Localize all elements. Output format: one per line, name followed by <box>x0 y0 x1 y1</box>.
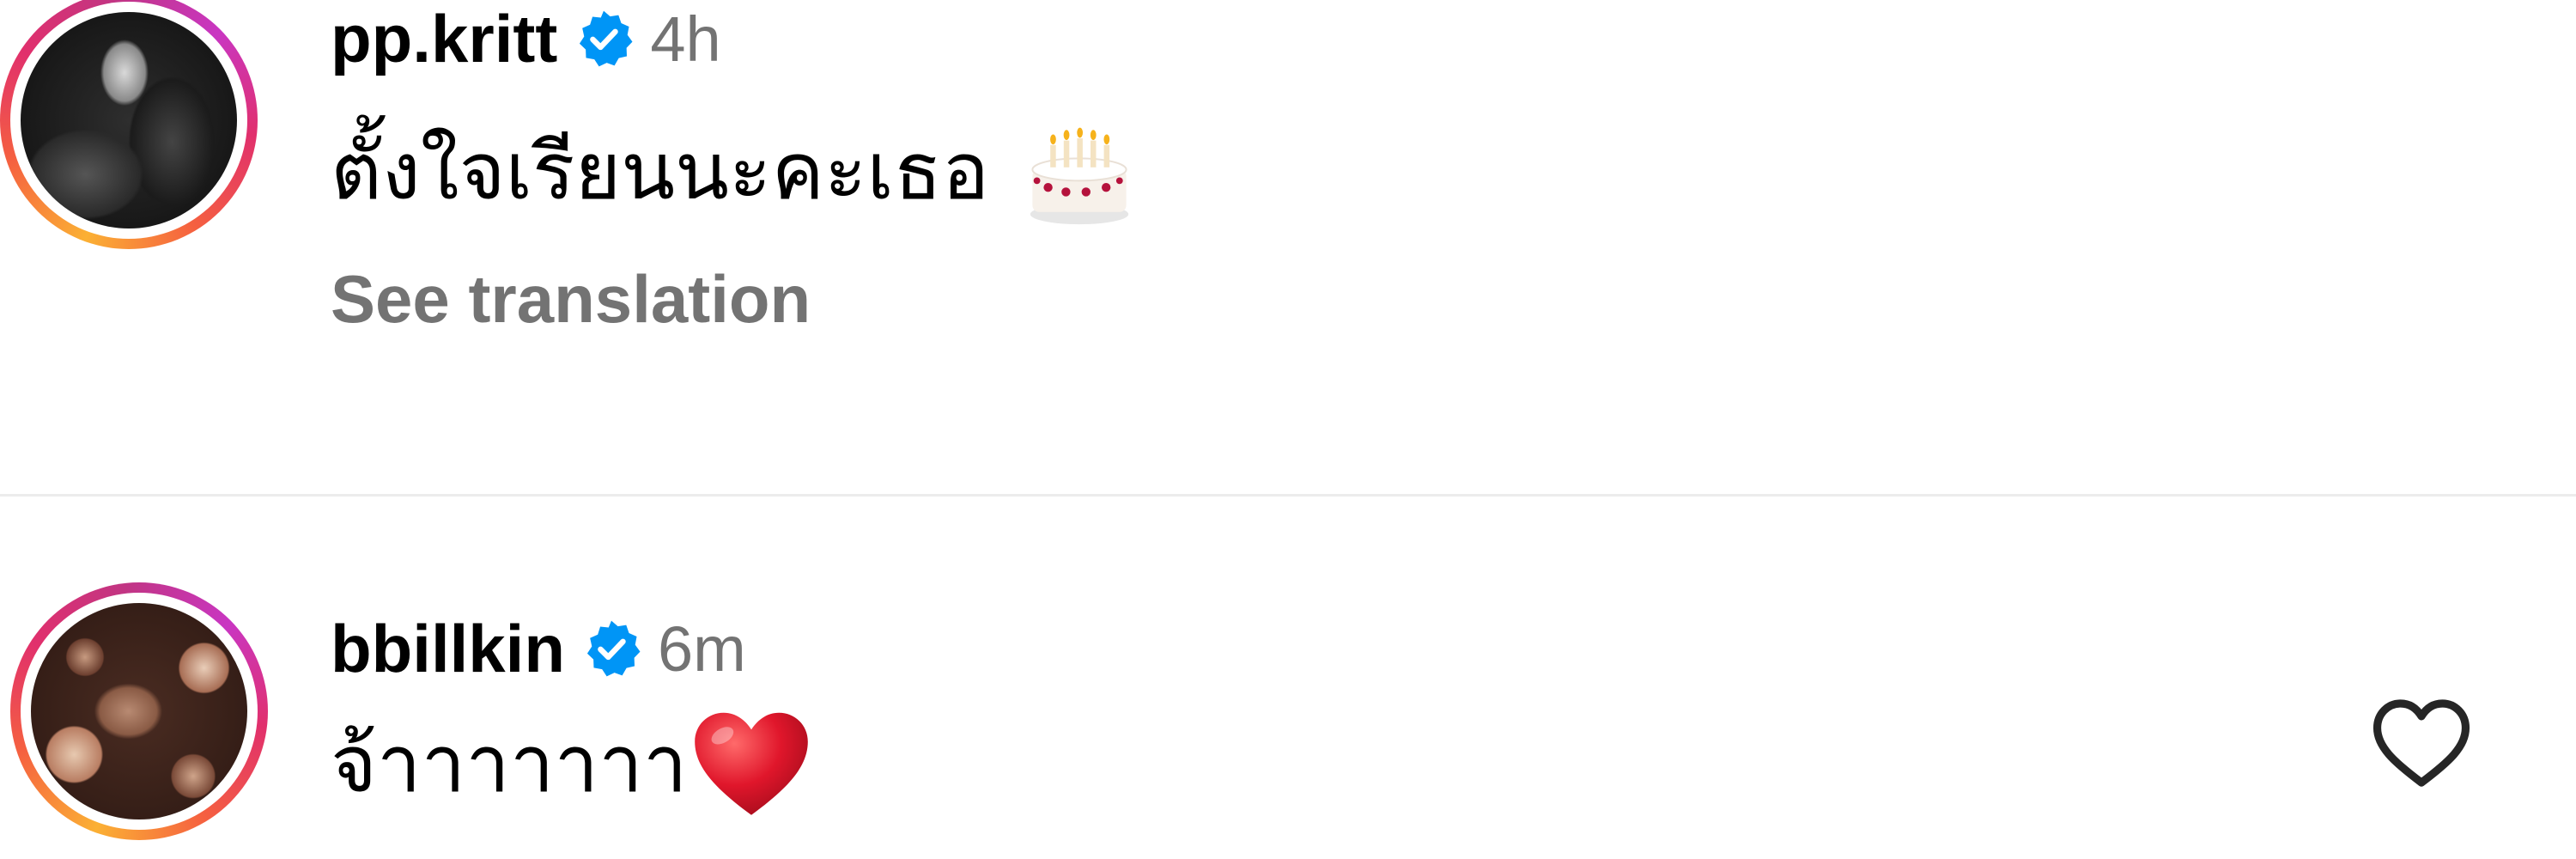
comment-text: จ้าาาาาาา <box>331 700 811 829</box>
comment-content: pp.kritt 4h ตั้งใจเรียนนะคะเธอ See trans… <box>331 0 1135 338</box>
comment-content: bbillkin 6m จ้าาาาาาา <box>331 606 811 829</box>
story-ring[interactable] <box>10 582 268 840</box>
comment-text: ตั้งใจเรียนนะคะเธอ <box>331 107 1135 236</box>
avatar[interactable] <box>21 12 237 228</box>
verified-badge-icon <box>586 620 641 677</box>
comment-header: pp.kritt 4h <box>331 0 1135 82</box>
comment-timestamp: 4h <box>650 3 721 75</box>
comment-header: bbillkin 6m <box>331 606 811 691</box>
username[interactable]: pp.kritt <box>331 0 557 78</box>
like-heart-icon[interactable] <box>2366 687 2477 799</box>
cake-icon <box>1030 127 1129 225</box>
username[interactable]: bbillkin <box>331 610 565 688</box>
heart-emoji <box>694 712 808 815</box>
verified-badge-icon <box>580 10 633 67</box>
story-ring[interactable] <box>0 0 258 249</box>
avatar[interactable] <box>31 603 247 819</box>
comment-body: จ้าาาาาาา <box>331 718 688 810</box>
see-translation-link[interactable]: See translation <box>331 260 1135 338</box>
comment-item: pp.kritt 4h ตั้งใจเรียนนะคะเธอ See trans… <box>0 0 2576 494</box>
comment-body: ตั้งใจเรียนนะคะเธอ <box>331 125 990 217</box>
comment-timestamp: 6m <box>658 612 746 685</box>
